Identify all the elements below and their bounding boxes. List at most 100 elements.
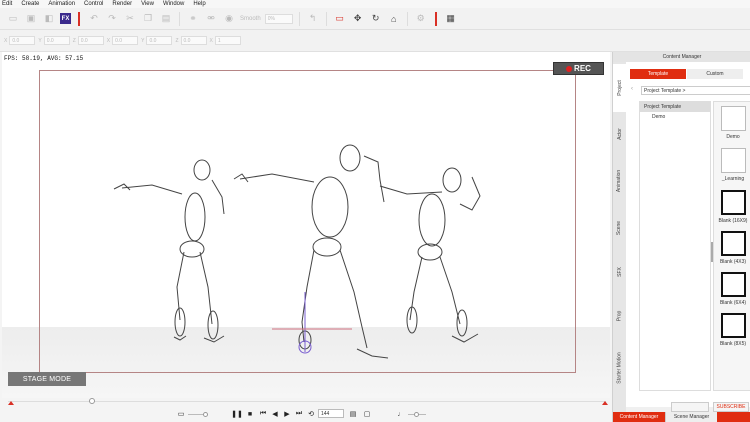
home-icon[interactable]: ⌂ [387,12,401,26]
export-icon[interactable]: ▦ [444,12,458,26]
tab-custom[interactable]: Custom [687,69,743,79]
fx-button[interactable]: FX [60,13,71,24]
actor-figure-right[interactable] [380,168,480,342]
thumb-blank-6x4[interactable]: Blank (6X4) [719,272,747,306]
next-frame-icon[interactable]: ▶ [282,409,292,419]
vtab-actor[interactable]: Actor [613,112,626,156]
speed-knob[interactable] [414,412,419,417]
field-value[interactable]: 0.0 [146,36,173,45]
thumb-blank-16x9[interactable]: Blank (16X9) [719,190,747,224]
timeline-end-marker-icon[interactable] [602,401,608,405]
link-icon[interactable]: ⚭ [186,12,200,26]
stage-viewport[interactable]: FPS: 58.19, AVG: 57.15 REC STAGE MODE [2,52,610,398]
vtab-project[interactable]: Project [613,64,626,112]
first-frame-icon[interactable]: ⏮ [258,409,268,419]
timeline-start-marker-icon[interactable] [8,401,14,405]
tab-content-manager[interactable]: Content Manager [613,412,665,422]
settings-icon[interactable]: ⚙ [414,12,428,26]
project-icon[interactable]: ◧ [42,12,56,26]
transform-field[interactable]: X 0.0 [4,36,36,45]
field-value[interactable]: 1 [214,36,241,45]
timeline-playhead[interactable] [88,398,95,404]
menu-window[interactable]: Window [163,0,184,8]
actors-layer[interactable] [2,52,610,398]
thumb-blank-8x5[interactable]: Blank (8X5) [719,313,747,347]
speaker-icon[interactable]: ▭ [176,409,186,419]
move-icon[interactable]: ✥ [351,12,365,26]
last-frame-icon[interactable]: ⏭ [294,409,304,419]
menu-render[interactable]: Render [112,0,132,8]
stage-mode-button[interactable]: STAGE MODE [8,372,86,386]
timeline-track [8,401,606,402]
thumb-learning[interactable]: _Learning [719,148,747,182]
tab-template[interactable]: Template [630,69,686,79]
field-label: X [4,37,8,44]
menu-bar: Edit Create Animation Control Render Vie… [0,0,750,8]
copy-icon[interactable]: ❐ [141,12,155,26]
menu-control[interactable]: Control [84,0,103,8]
menu-edit[interactable]: Edit [2,0,12,8]
stop-icon[interactable]: ■ [245,409,255,419]
path-row: ‹ Project Template > [626,84,750,96]
rotate-icon[interactable]: ↻ [369,12,383,26]
fullscreen-icon[interactable]: ▢ [362,409,372,419]
record-camera-icon[interactable]: ▭ [333,12,347,26]
field-value[interactable]: 0.0 [112,36,139,45]
field-value[interactable]: 0.0 [180,36,207,45]
vtab-animation[interactable]: Animation [613,156,626,206]
timeline-bar[interactable] [0,398,612,406]
vtab-prop[interactable]: Prop [613,294,626,338]
transform-field[interactable]: Y 0.0 [141,36,173,45]
vtab-label: Project [616,80,623,96]
frame-settings-icon[interactable]: ▤ [348,409,358,419]
visibility-icon[interactable]: ◉ [222,12,236,26]
toolbar-divider [325,11,327,26]
menu-create[interactable]: Create [21,0,39,8]
vtab-scene[interactable]: Scene [613,206,626,250]
path-breadcrumb[interactable]: Project Template > [641,86,750,95]
menu-help[interactable]: Help [193,0,205,8]
open-folder-icon[interactable]: ▭ [6,12,20,26]
field-value[interactable]: 0.0 [43,36,70,45]
undo-icon[interactable]: ↶ [87,12,101,26]
save-icon[interactable]: ▣ [24,12,38,26]
transform-field[interactable]: Y 0.0 [38,36,70,45]
vtab-label: Scene [616,220,623,236]
vtab-starter-motion[interactable]: Starter Motion [613,338,626,398]
transform-field[interactable]: X1 [210,36,241,45]
cut-icon[interactable]: ✂ [123,12,137,26]
prev-frame-icon[interactable]: ◀ [270,409,280,419]
thumb-label: Blank (6X4) [719,300,747,306]
tree-item-demo[interactable]: Demo [640,112,710,122]
tab-scene-manager[interactable]: Scene Manager [665,412,717,422]
thumb-demo[interactable]: Demo [719,106,747,140]
apply-button[interactable] [671,402,709,412]
redo-icon[interactable]: ↷ [105,12,119,26]
paste-icon[interactable]: ▤ [159,12,173,26]
pause-icon[interactable]: ❚❚ [231,409,243,419]
unlink-icon[interactable]: ⚮ [204,12,218,26]
menu-animation[interactable]: Animation [48,0,75,8]
transform-field[interactable]: X 0.0 [107,36,139,45]
actor-figure-left[interactable] [114,160,224,342]
music-note-icon[interactable]: ♩ [396,409,406,419]
field-value[interactable]: 0.0 [9,36,36,45]
smooth-dropdown[interactable]: 0% [264,13,293,24]
field-label: Y [141,37,145,44]
loop-icon[interactable]: ⟲ [306,409,316,419]
subscribe-button[interactable]: SUBSCRIBE [713,402,749,412]
menu-view[interactable]: View [141,0,154,8]
transform-gizmo[interactable] [272,292,352,353]
thumb-blank-4x3[interactable]: Blank (4X3) [719,231,747,265]
volume-knob[interactable] [203,412,208,417]
field-label: Z [175,37,179,44]
vtab-sfx[interactable]: SFX [613,250,626,294]
reset-icon[interactable]: ↰ [306,12,320,26]
frame-number-input[interactable]: 144 [318,409,344,418]
field-value[interactable]: 0.0 [77,36,104,45]
back-arrow-icon[interactable]: ‹ [631,86,633,92]
transform-field[interactable]: Z 0.0 [73,36,104,45]
transform-field[interactable]: Z 0.0 [175,36,207,45]
tree-item-project-template[interactable]: Project Template [640,102,710,112]
actor-figure-center[interactable] [234,145,388,358]
